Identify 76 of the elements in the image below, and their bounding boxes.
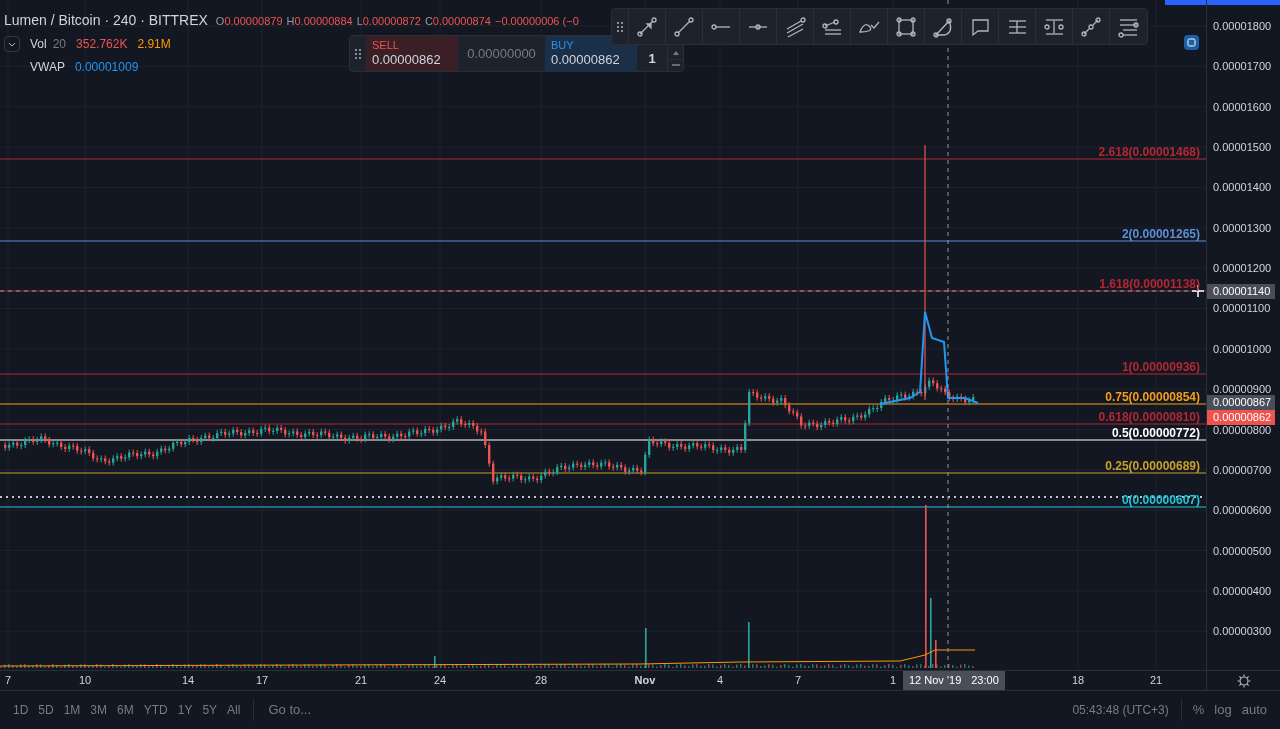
scale-option-button[interactable]: log: [1209, 698, 1237, 722]
price-axis-label: 0.00001700: [1213, 60, 1272, 74]
range-button[interactable]: 1M: [58, 698, 86, 722]
price-axis-label: 0.00001800: [1213, 20, 1272, 33]
indicator-value: 0.00001009: [74, 59, 139, 76]
price-axis-label: 0.00000400: [1213, 584, 1272, 598]
fib-level-label: 0(0.00000607): [1121, 493, 1200, 507]
range-button[interactable]: 5D: [33, 698, 59, 722]
crosshair-time: 23:00: [971, 673, 999, 689]
goto-button[interactable]: Go to...: [262, 698, 318, 722]
price-axis-label: 0.00001100: [1213, 302, 1271, 316]
ohlc-value: 0.00000874: [432, 14, 491, 29]
sell-button[interactable]: SELL 0.00000862: [366, 36, 458, 71]
quantity-field[interactable]: 1: [637, 47, 667, 71]
price-tag: 0.00000867: [1207, 395, 1275, 410]
price-axis-label: 0.00001000: [1213, 342, 1272, 356]
indicator-param: 20: [52, 36, 67, 53]
time-axis-label: 14: [181, 674, 195, 687]
scale-option-button[interactable]: %: [1187, 698, 1210, 722]
time-axis-label: 24: [433, 674, 447, 687]
time-axis-label: 28: [534, 674, 548, 687]
price-axis-label: 0.00001200: [1213, 262, 1272, 276]
time-axis-label: 21: [1149, 674, 1163, 687]
price-axis-label: 0.00001500: [1213, 141, 1272, 155]
indicator-value: 352.762K: [76, 36, 128, 53]
fib-level-label: 0.25(0.00000689): [1105, 459, 1200, 473]
fib-level-label: 2.618(0.00001468): [1098, 145, 1200, 159]
price-axis-label: 0.00000300: [1213, 625, 1272, 639]
ohlc-value: 0.00000879: [224, 14, 283, 29]
range-button[interactable]: All: [222, 698, 246, 722]
price-tag: 0.00001140: [1207, 284, 1275, 299]
clock-text: 05:43:48 (UTC+3): [1071, 702, 1170, 719]
price-axis-label: 0.00000600: [1213, 504, 1272, 518]
time-axis-label: Nov: [634, 674, 656, 687]
fib-level-label: 0.5(0.00000772): [1111, 426, 1200, 440]
symbol-title: Lumen / Bitcoin · 240 · BITTREX: [4, 11, 208, 30]
ohlc-label: H: [286, 14, 295, 29]
indicator-value: 2.91M: [137, 36, 171, 53]
time-axis-label: 17: [255, 674, 269, 687]
fib-level-label: 1.618(0.00001138): [1099, 277, 1200, 291]
price-axis-label: 0.00000700: [1213, 463, 1272, 477]
time-axis-label: 10: [78, 674, 92, 687]
price-change: −0.00000006 (−0: [494, 14, 579, 29]
range-button[interactable]: 1Y: [172, 698, 198, 722]
time-axis-label: 4: [716, 674, 724, 687]
price-axis-label: 0.00000800: [1213, 423, 1272, 437]
fib-level-label: 0.618(0.00000810): [1098, 410, 1200, 424]
range-button[interactable]: 6M: [112, 698, 139, 722]
indicator-name: VWAP: [30, 59, 65, 76]
price-axis-label: 0.00001300: [1213, 221, 1272, 235]
fib-level-label: 0.75(0.00000854): [1105, 390, 1200, 404]
price-axis-label: 0.00000500: [1213, 544, 1272, 558]
ohlc-label: C: [424, 14, 433, 29]
indicator-name: Vol: [30, 36, 47, 53]
time-axis-label: 18: [1071, 674, 1085, 687]
price-axis-label: 0.00001400: [1213, 181, 1272, 195]
ohlc-label: O: [215, 14, 225, 29]
time-axis-label: 1: [889, 674, 897, 687]
range-button[interactable]: 1D: [8, 698, 34, 722]
crosshair-date: 12 Nov '19: [909, 673, 962, 689]
buy-button[interactable]: BUY 0.00000862: [545, 36, 637, 71]
price-axis-label: 0.00000900: [1213, 383, 1272, 397]
ohlc-label: L: [356, 14, 363, 29]
range-button[interactable]: 5Y: [197, 698, 223, 722]
time-axis-label: 21: [354, 674, 368, 687]
price-axis-label: 0.00001600: [1213, 100, 1272, 114]
fib-level-label: 2(0.00001265): [1121, 227, 1200, 241]
price-tag: 0.00000862: [1207, 410, 1275, 425]
fib-level-label: 1(0.00000936): [1121, 360, 1200, 374]
scale-option-button[interactable]: auto: [1236, 698, 1272, 722]
ohlc-value: 0.00000884: [294, 14, 353, 29]
range-button[interactable]: YTD: [138, 698, 173, 722]
time-axis-label: 7: [4, 674, 12, 687]
range-button[interactable]: 3M: [85, 698, 113, 722]
time-axis-label: 7: [794, 674, 802, 687]
ohlc-value: 0.00000872: [362, 14, 421, 29]
